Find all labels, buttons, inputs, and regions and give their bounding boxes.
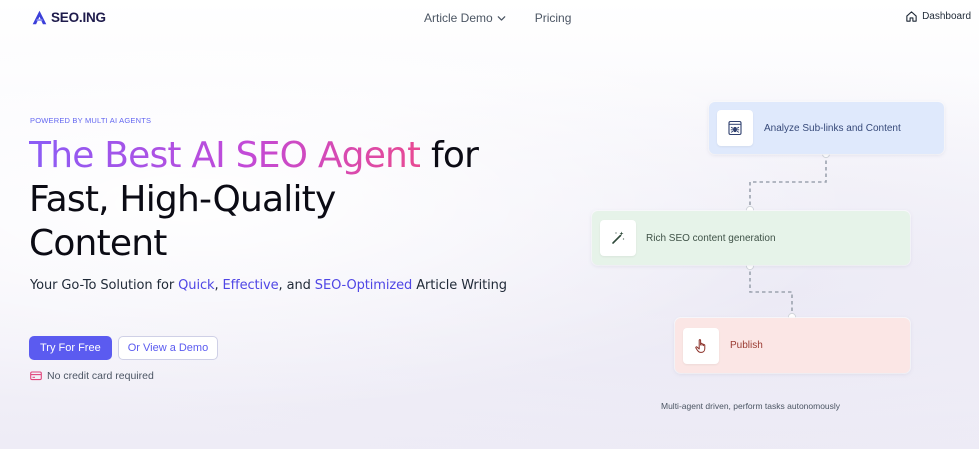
hand-pointer-icon — [695, 338, 706, 353]
eyebrow-text: POWERED BY MULTI AI AGENTS — [30, 116, 152, 125]
step-icon-box — [600, 220, 636, 256]
subhead-quick: Quick — [178, 278, 215, 293]
step-label-generation: Rich SEO content generation — [646, 232, 776, 244]
headline-gradient-text: The Best AI SEO Agent — [29, 135, 421, 176]
no-credit-card-note: No credit card required — [30, 370, 154, 382]
hero-subheading: Your Go-To Solution for Quick, Effective… — [30, 278, 507, 293]
headline-line-2: Fast, High-Quality — [29, 179, 336, 220]
nav-pricing[interactable]: Pricing — [535, 11, 572, 25]
no-credit-card-text: No credit card required — [47, 370, 154, 382]
step-icon-box — [717, 110, 753, 146]
main-nav: Article Demo Pricing — [424, 11, 571, 25]
step-icon-box — [683, 327, 719, 364]
nav-pricing-label: Pricing — [534, 11, 572, 25]
logo-icon — [32, 10, 47, 25]
headline-line-3: Content — [29, 223, 167, 264]
subhead-seo-optimized: SEO-Optimized — [314, 278, 413, 293]
headline-for: for — [431, 135, 479, 176]
credit-card-icon — [30, 371, 42, 381]
cta-row: Try For Free Or View a Demo — [29, 336, 219, 360]
try-for-free-button[interactable]: Try For Free — [29, 336, 112, 360]
step-label-analyze: Analyze Sub-links and Content — [764, 122, 901, 134]
dashboard-label: Dashboard — [922, 11, 971, 22]
chevron-down-icon — [497, 15, 506, 21]
workflow-step-generation: Rich SEO content generation — [592, 211, 910, 265]
subhead-sep2: , and — [278, 278, 315, 293]
workflow-step-publish: Publish — [675, 318, 910, 373]
logo-text: SEO.ING — [51, 10, 106, 25]
subhead-part1: Your Go-To Solution for — [30, 278, 179, 293]
dashboard-link[interactable]: Dashboard — [905, 10, 971, 23]
workflow-caption: Multi-agent driven, perform tasks autono… — [661, 401, 841, 411]
home-icon — [906, 11, 917, 22]
nav-article-demo[interactable]: Article Demo — [424, 11, 507, 25]
view-demo-button[interactable]: Or View a Demo — [117, 336, 219, 360]
top-nav-bar: SEO.ING Article Demo Pricing Dashboard — [0, 0, 979, 36]
subhead-sep1: , — [214, 278, 223, 293]
logo[interactable]: SEO.ING — [31, 9, 106, 26]
magic-wand-icon — [612, 231, 625, 244]
workflow-step-analyze: Analyze Sub-links and Content — [709, 102, 944, 154]
subhead-part2: Article Writing — [412, 278, 507, 293]
spider-icon — [728, 120, 742, 136]
hero-headline: The Best AI SEO Agent for Fast, High-Qua… — [29, 134, 589, 266]
step-label-publish: Publish — [730, 340, 763, 351]
subhead-effective: Effective — [222, 278, 279, 293]
nav-article-demo-label: Article Demo — [424, 11, 493, 25]
